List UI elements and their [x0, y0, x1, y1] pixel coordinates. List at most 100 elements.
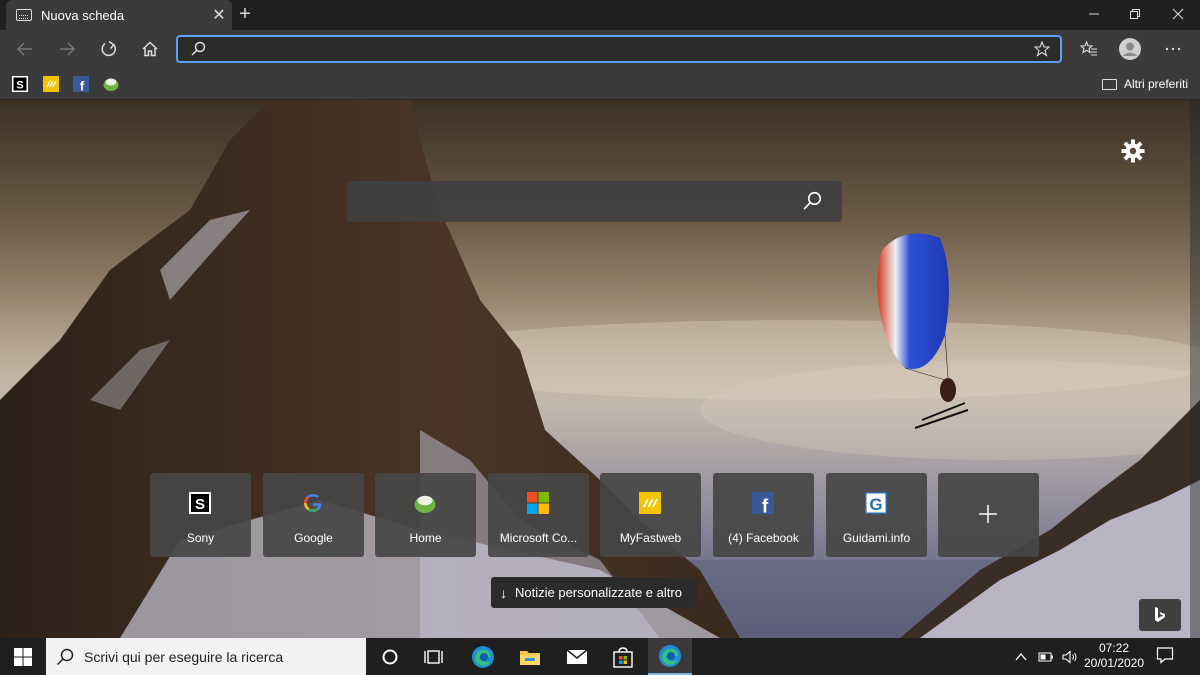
close-window-button[interactable] — [1158, 0, 1198, 28]
top-site-label: Sony — [186, 531, 215, 545]
top-site-tile[interactable]: Home — [375, 473, 476, 557]
tab-title: Nuova scheda — [41, 7, 125, 23]
top-site-label: Microsoft Co... — [499, 531, 578, 545]
svg-text:f: f — [80, 79, 85, 93]
refresh-button[interactable] — [94, 34, 124, 64]
more-options-button[interactable] — [1158, 34, 1188, 64]
cortana-button[interactable] — [368, 638, 412, 675]
web-search-box[interactable] — [347, 181, 842, 222]
ellipsis-icon — [1165, 47, 1181, 51]
favorites-button[interactable] — [1074, 34, 1104, 64]
taskbar-store[interactable] — [601, 638, 645, 675]
other-favorites-folder[interactable]: Altri preferiti — [1101, 74, 1188, 94]
add-top-site-tile[interactable] — [938, 473, 1039, 557]
fastweb-icon — [639, 492, 661, 514]
edge-icon — [659, 644, 681, 667]
tab-close-button[interactable]: ✕ — [206, 5, 232, 25]
taskbar-search-box[interactable]: Scrivi qui per eseguire la ricerca — [46, 638, 366, 675]
svg-text:G: G — [869, 495, 882, 514]
other-favorites-label: Altri preferiti — [1123, 77, 1188, 91]
battery-icon[interactable] — [1038, 651, 1054, 663]
task-view-button[interactable] — [412, 638, 456, 675]
store-bag-icon — [613, 646, 633, 668]
top-site-tile[interactable]: Google — [263, 473, 364, 557]
top-site-label: Home — [409, 531, 442, 545]
back-arrow-icon — [16, 42, 32, 56]
clock-time: 07:22 — [1098, 641, 1130, 655]
favorite-myfastweb[interactable] — [43, 76, 59, 92]
down-arrow-icon: ↓ — [500, 584, 507, 601]
bing-logo-button[interactable] — [1139, 599, 1181, 631]
facebook-icon: f — [73, 76, 89, 94]
new-tab-button[interactable]: + — [233, 2, 257, 26]
top-site-label: Google — [294, 531, 333, 545]
chevron-up-icon[interactable] — [1014, 650, 1028, 664]
windows-icon — [14, 647, 32, 666]
home-button[interactable] — [135, 34, 165, 64]
action-center-button[interactable] — [1156, 646, 1174, 669]
sony-icon: S — [189, 492, 211, 514]
top-site-label: Guidami.info — [842, 531, 911, 545]
home-icon — [142, 41, 158, 57]
start-button[interactable] — [0, 638, 46, 675]
gear-icon — [1121, 139, 1145, 163]
personalized-news-button[interactable]: ↓ Notizie personalizzate e altro — [491, 577, 697, 608]
profile-button[interactable] — [1115, 34, 1145, 64]
minimize-icon — [1089, 13, 1099, 15]
google-icon — [304, 494, 322, 513]
favorites-list-icon — [1080, 40, 1097, 56]
taskbar-file-explorer[interactable] — [508, 638, 552, 675]
close-icon — [1172, 8, 1184, 20]
speaker-icon[interactable] — [1062, 649, 1078, 664]
taskbar-clock[interactable]: 07:22 20/01/2020 — [1080, 641, 1148, 671]
home-site-icon — [414, 495, 436, 513]
add-icon — [979, 505, 997, 523]
forward-arrow-icon — [60, 42, 76, 56]
scrollbar[interactable] — [1190, 100, 1200, 638]
page-settings-button[interactable] — [1120, 138, 1146, 164]
top-site-tile[interactable]: Microsoft Co... — [488, 473, 589, 557]
folder-icon — [1101, 78, 1117, 90]
clock-date: 20/01/2020 — [1083, 656, 1145, 670]
back-button[interactable] — [10, 34, 40, 64]
taskbar-search-placeholder: Scrivi qui per eseguire la ricerca — [84, 648, 284, 665]
system-tray — [1014, 638, 1078, 675]
refresh-icon — [101, 40, 116, 57]
sony-s-icon: S — [12, 76, 28, 92]
avatar — [1119, 38, 1141, 60]
favorite-sony[interactable]: S — [12, 76, 28, 92]
address-bar[interactable] — [176, 35, 1062, 63]
taskbar-edge-pinned[interactable] — [461, 638, 505, 675]
maximize-button[interactable] — [1115, 0, 1155, 28]
title-bar: Nuova scheda ✕ + — [0, 0, 1200, 30]
search-icon[interactable] — [802, 191, 822, 211]
top-site-tile[interactable]: S Sony — [150, 473, 251, 557]
top-site-tile[interactable]: f (4) Facebook — [713, 473, 814, 557]
guidami-icon: G — [865, 492, 887, 514]
favorite-home[interactable] — [103, 76, 119, 92]
new-tab-page: S Sony Google Home Microsoft Co... MyFas… — [0, 100, 1200, 638]
home-site-icon — [103, 78, 119, 91]
star-icon[interactable] — [1034, 41, 1050, 57]
folder-icon — [520, 650, 540, 665]
top-site-label: (4) Facebook — [728, 531, 799, 545]
navigation-toolbar — [0, 30, 1200, 68]
facebook-icon: f — [752, 492, 774, 514]
favorite-facebook[interactable]: f — [73, 76, 89, 94]
svg-text:S: S — [195, 496, 205, 513]
top-site-tile[interactable]: MyFastweb — [600, 473, 701, 557]
forward-button[interactable] — [52, 34, 82, 64]
taskbar-edge-active[interactable] — [648, 638, 692, 675]
minimize-button[interactable] — [1074, 0, 1114, 28]
address-input[interactable] — [214, 40, 1024, 58]
top-site-tile[interactable]: G Guidami.info — [826, 473, 927, 557]
favorites-bar: S f Altri preferiti — [0, 68, 1200, 100]
fastweb-icon — [43, 76, 59, 92]
restore-icon — [1130, 9, 1140, 19]
mail-icon — [566, 648, 588, 664]
top-site-label: MyFastweb — [619, 531, 682, 545]
edge-icon — [472, 645, 494, 668]
tab-new-tab[interactable]: Nuova scheda ✕ — [6, 0, 232, 30]
taskbar-mail[interactable] — [555, 638, 599, 675]
svg-text:f: f — [762, 497, 769, 515]
